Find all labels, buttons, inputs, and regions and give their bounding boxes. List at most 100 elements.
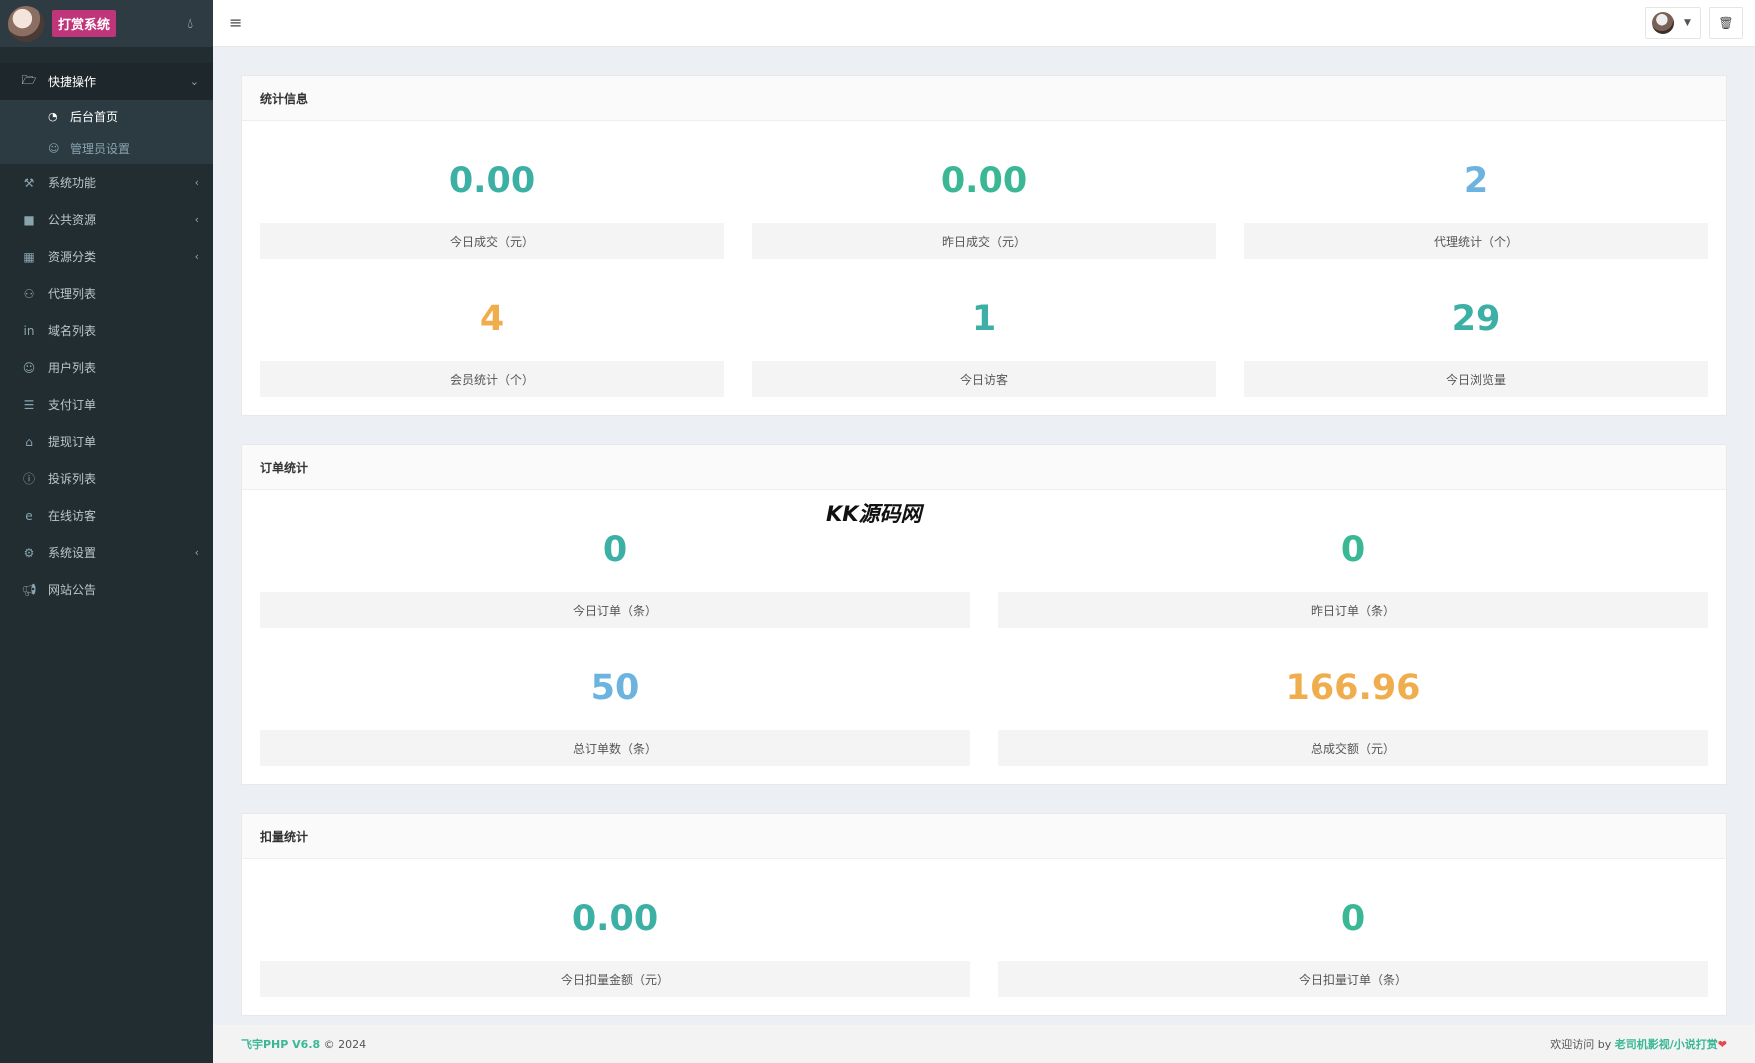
sidebar-item-admin-settings[interactable]: ☺ 管理员设置 (0, 132, 213, 164)
stat-card: 4 会员统计（个） (260, 277, 724, 397)
stat-label: 今日成交（元） (260, 223, 724, 259)
sidebar-item-domain-list[interactable]: in 域名列表 (0, 312, 213, 349)
stat-label: 今日扣量金额（元） (260, 961, 970, 997)
stat-card: 50 总订单数（条） (260, 646, 970, 766)
panel-title: 统计信息 (242, 76, 1726, 121)
sidebar-item-label: 域名列表 (48, 324, 97, 338)
brand-avatar (8, 5, 44, 42)
sidebar-item-label: 快捷操作 (48, 75, 97, 89)
panel-title: 订单统计 (242, 445, 1726, 490)
sidebar-item-resource-categories[interactable]: ▦ 资源分类 ‹ (0, 238, 213, 275)
version-link[interactable]: 飞宇PHP V6.8 (241, 1038, 320, 1051)
stats-grid: 0.00 今日成交（元） 0.00 昨日成交（元） 2 代理统计（个） 4 会员… (242, 121, 1726, 415)
stat-value: 50 (590, 668, 640, 708)
deduct-grid: 0.00 今日扣量金额（元） 0 今日扣量订单（条） (242, 859, 1726, 1015)
panel-title: 扣量统计 (242, 814, 1726, 859)
stat-card: 166.96 总成交额（元） (998, 646, 1708, 766)
megaphone-icon: 📢︎ (21, 582, 37, 597)
water-drop-icon[interactable]: 💧︎ (187, 16, 193, 32)
stat-card: 0.00 昨日成交（元） (752, 139, 1216, 259)
bank-icon: ⌂ (25, 434, 33, 449)
stat-card: 0 昨日订单（条） (998, 508, 1708, 628)
menu-toggle-icon[interactable]: ≡ (229, 13, 242, 32)
chevron-left-icon: ‹ (194, 250, 199, 263)
sidebar: 打赏系统 💧︎ 🗁 快捷操作 ⌄ ◔ 后台首页 ☺ 管理员设置 ⚒ 系统功能 ‹… (0, 0, 213, 1063)
stat-value: 0 (1340, 899, 1366, 939)
stat-value: 0.00 (571, 899, 659, 939)
stat-value: 4 (479, 299, 505, 339)
sidebar-menu: 🗁 快捷操作 ⌄ ◔ 后台首页 ☺ 管理员设置 ⚒ 系统功能 ‹ ■ 公共资源 … (0, 47, 213, 608)
sidebar-item-label: 公共资源 (48, 213, 97, 227)
sidebar-item-payment-orders[interactable]: ☰ 支付订单 (0, 386, 213, 423)
site-link[interactable]: 老司机影视/小说打赏 (1615, 1038, 1718, 1051)
clear-cache-button[interactable]: 🗑 (1709, 7, 1743, 39)
stat-label: 今日扣量订单（条） (998, 961, 1708, 997)
grid-icon: ▦ (23, 249, 35, 264)
trash-icon: 🗑 (1718, 16, 1734, 30)
video-icon: ■ (23, 212, 35, 227)
users-icon: ⚇ (23, 286, 35, 301)
deduct-panel: 扣量统计 0.00 今日扣量金额（元） 0 今日扣量订单（条） (241, 813, 1727, 1016)
orders-grid: 0 今日订单（条） 0 昨日订单（条） 50 总订单数（条） 166.96 总成… (242, 490, 1726, 784)
sidebar-item-label: 支付订单 (48, 398, 97, 412)
user-menu-button[interactable]: ▼ (1645, 7, 1701, 39)
folder-open-icon: 🗁 (21, 73, 37, 87)
sidebar-item-quick-actions[interactable]: 🗁 快捷操作 ⌄ (0, 63, 213, 100)
wrench-icon: ⚒ (23, 175, 35, 190)
watermark-text: KK源码网 (826, 502, 922, 526)
stat-label: 今日访客 (752, 361, 1216, 397)
brand: 打赏系统 💧︎ (0, 0, 213, 47)
stat-value: 0.00 (448, 161, 536, 201)
stat-value: 2 (1463, 161, 1489, 201)
stat-card: 0.00 今日成交（元） (260, 139, 724, 259)
sidebar-item-dashboard[interactable]: ◔ 后台首页 (0, 100, 213, 132)
stat-value: 166.96 (1285, 668, 1421, 708)
sidebar-item-label: 系统功能 (48, 176, 97, 190)
dashboard-icon: ◔ (48, 109, 58, 123)
orders-panel: 订单统计 0 今日订单（条） 0 昨日订单（条） 50 总订单数（条） 166.… (241, 444, 1727, 785)
list-icon: ☰ (23, 397, 35, 412)
stat-label: 今日订单（条） (260, 592, 970, 628)
sidebar-item-label: 后台首页 (70, 109, 119, 124)
sidebar-item-user-list[interactable]: ☺ 用户列表 (0, 349, 213, 386)
sidebar-item-label: 网站公告 (48, 583, 97, 597)
stat-label: 昨日订单（条） (998, 592, 1708, 628)
chevron-left-icon: ‹ (194, 213, 199, 226)
sidebar-item-label: 管理员设置 (70, 141, 131, 156)
sidebar-item-label: 用户列表 (48, 361, 97, 375)
stat-value: 0 (1340, 530, 1366, 570)
stat-label: 昨日成交（元） (752, 223, 1216, 259)
stat-label: 今日浏览量 (1244, 361, 1708, 397)
user-icon: ☺ (48, 141, 60, 155)
sidebar-item-label: 资源分类 (48, 250, 97, 264)
sidebar-submenu: ◔ 后台首页 ☺ 管理员设置 (0, 100, 213, 164)
main-content: 统计信息 0.00 今日成交（元） 0.00 昨日成交（元） 2 代理统计（个）… (213, 47, 1755, 1025)
sidebar-item-system-settings[interactable]: ⚙ 系统设置 ‹ (0, 534, 213, 571)
stat-card: 2 代理统计（个） (1244, 139, 1708, 259)
stat-card: 1 今日访客 (752, 277, 1216, 397)
sidebar-item-label: 代理列表 (48, 287, 97, 301)
info-icon: ⓘ (22, 472, 35, 486)
stat-value: 1 (971, 299, 997, 339)
stat-label: 代理统计（个） (1244, 223, 1708, 259)
sidebar-item-system-functions[interactable]: ⚒ 系统功能 ‹ (0, 164, 213, 201)
stat-label: 总订单数（条） (260, 730, 970, 766)
avatar (1652, 12, 1674, 34)
linkedin-icon: in (23, 323, 35, 338)
sidebar-item-agent-list[interactable]: ⚇ 代理列表 (0, 275, 213, 312)
stat-value: 29 (1451, 299, 1501, 339)
sidebar-item-announcements[interactable]: 📢︎ 网站公告 (0, 571, 213, 608)
stat-label: 会员统计（个） (260, 361, 724, 397)
stat-card: 0 今日扣量订单（条） (998, 877, 1708, 997)
sidebar-item-online-visitors[interactable]: e 在线访客 (0, 497, 213, 534)
footer-left: 飞宇PHP V6.8 © 2024 (241, 1036, 366, 1052)
sidebar-item-complaints[interactable]: ⓘ 投诉列表 (0, 460, 213, 497)
sidebar-item-public-resources[interactable]: ■ 公共资源 ‹ (0, 201, 213, 238)
sidebar-item-withdraw-orders[interactable]: ⌂ 提现订单 (0, 423, 213, 460)
caret-down-icon: ▼ (1684, 18, 1691, 28)
top-header: ≡ ▼ 🗑 (213, 0, 1755, 47)
chevron-left-icon: ‹ (194, 176, 199, 189)
copyright-text: © 2024 (323, 1038, 367, 1051)
brand-title[interactable]: 打赏系统 (52, 10, 117, 37)
footer: 飞宇PHP V6.8 © 2024 欢迎访问 by 老司机影视/小说打赏❤ (213, 1025, 1755, 1063)
